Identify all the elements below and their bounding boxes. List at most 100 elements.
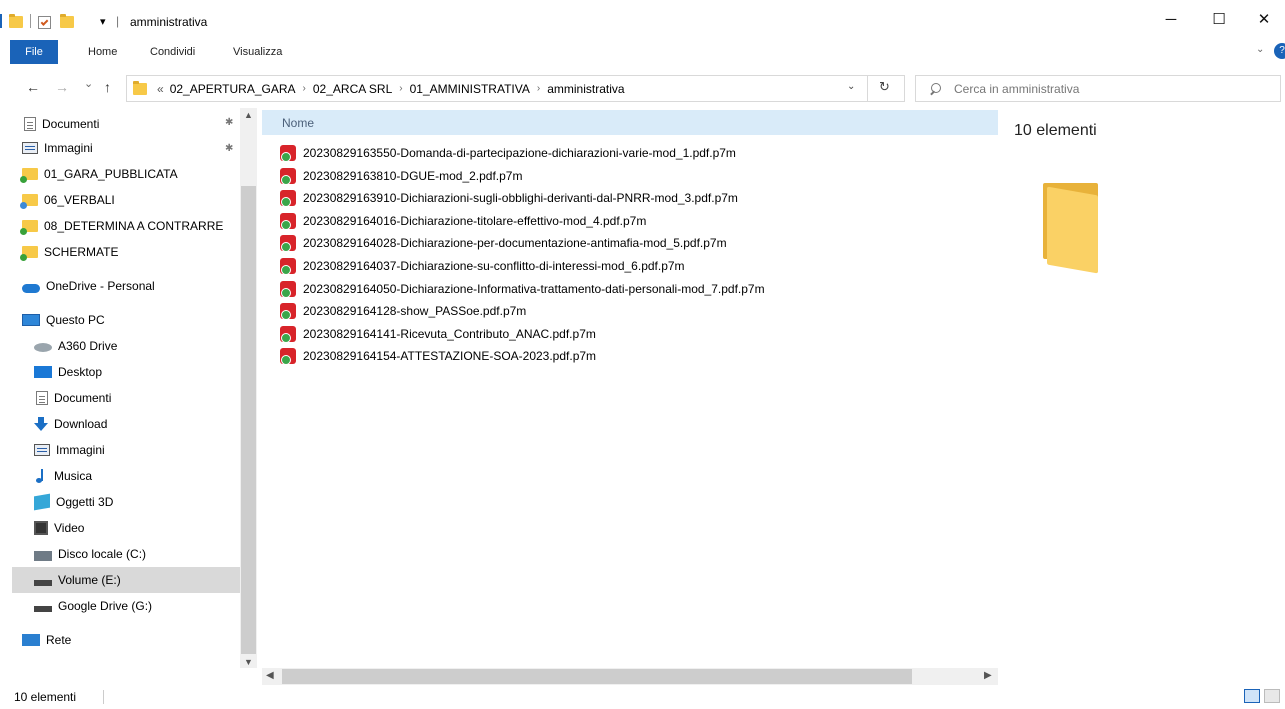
close-button[interactable]: ✕: [1244, 6, 1284, 34]
quick-access-dropdown-icon[interactable]: ▾: [100, 12, 106, 30]
breadcrumb-item[interactable]: 02_ARCA SRL: [313, 82, 392, 96]
nav-item-label: Volume (E:): [58, 573, 121, 587]
window-edge-accent: [0, 14, 2, 28]
nav-item-label: Disco locale (C:): [58, 547, 147, 561]
synced-folder-icon: [20, 220, 38, 235]
scroll-down-arrow-icon[interactable]: ▼: [244, 657, 253, 667]
nav-vertical-scrollbar[interactable]: ▲ ▼: [240, 108, 257, 668]
file-row[interactable]: 20230829164141-Ricevuta_Contributo_ANAC.…: [280, 323, 596, 345]
file-row[interactable]: 20230829164154-ATTESTAZIONE-SOA-2023.pdf…: [280, 345, 596, 367]
pin-icon[interactable]: ✱: [225, 117, 233, 128]
nav-item-label: Documenti: [42, 117, 100, 131]
address-dropdown-chevron-icon[interactable]: ⌄: [847, 81, 855, 92]
new-folder-icon[interactable]: [60, 13, 74, 31]
details-view-icon[interactable]: [1244, 689, 1260, 703]
nav-item-gara-pubblicata[interactable]: 01_GARA_PUBBLICATA: [12, 161, 240, 187]
file-row[interactable]: 20230829163910-Dichiarazioni-sugli-obbli…: [280, 187, 738, 209]
nav-item-questo-pc[interactable]: Questo PC: [12, 307, 240, 333]
nav-item-label: Video: [54, 521, 85, 535]
breadcrumb-separator[interactable]: ›: [399, 83, 402, 94]
nav-item-onedrive[interactable]: OneDrive - Personal: [12, 273, 240, 299]
file-name: 20230829164128-show_PASSoe.pdf.p7m: [303, 304, 527, 319]
nav-item-desktop[interactable]: Desktop: [24, 359, 252, 385]
file-name: 20230829164028-Dichiarazione-per-documen…: [303, 236, 727, 251]
nav-item-musica[interactable]: Musica: [24, 463, 252, 489]
nav-item-disco-c[interactable]: Disco locale (C:): [24, 541, 252, 567]
scroll-up-arrow-icon[interactable]: ▲: [244, 110, 253, 120]
file-row[interactable]: 20230829163810-DGUE-mod_2.pdf.p7m: [280, 165, 522, 187]
signed-pdf-icon: [280, 145, 296, 162]
file-name: 20230829164016-Dichiarazione-titolare-ef…: [303, 213, 647, 228]
breadcrumb-item[interactable]: amministrativa: [547, 82, 624, 96]
nav-item-documenti[interactable]: Documenti: [24, 385, 252, 411]
nav-item-label: Oggetti 3D: [56, 495, 114, 509]
nav-item-documenti-quick[interactable]: Documenti: [12, 111, 240, 137]
file-name: 20230829163810-DGUE-mod_2.pdf.p7m: [303, 168, 523, 183]
file-row[interactable]: 20230829164028-Dichiarazione-per-documen…: [280, 232, 727, 254]
nav-item-immagini-quick[interactable]: Immagini: [12, 135, 240, 161]
expand-ribbon-chevron-icon[interactable]: ⌄: [1256, 44, 1264, 55]
nav-item-label: Desktop: [58, 365, 103, 379]
status-item-count: 10 elementi: [14, 690, 77, 704]
tab-home[interactable]: Home: [88, 40, 117, 64]
nav-item-determina[interactable]: 08_DETERMINA A CONTRARRE: [12, 213, 240, 239]
breadcrumb-item[interactable]: 01_AMMINISTRATIVA: [410, 82, 530, 96]
nav-item-a360[interactable]: A360 Drive: [24, 333, 252, 359]
breadcrumb-separator[interactable]: ›: [303, 83, 306, 94]
nav-item-volume-e[interactable]: Volume (E:): [12, 567, 240, 593]
desktop-icon: [34, 366, 52, 378]
scrollbar-thumb[interactable]: [241, 186, 256, 654]
nav-item-rete[interactable]: Rete: [12, 627, 240, 653]
up-arrow-icon[interactable]: ↑: [104, 79, 111, 95]
tab-share[interactable]: Condividi: [150, 40, 195, 64]
download-icon: [34, 417, 48, 431]
navigation-row: ← → ⌄ ↑ « 02_APERTURA_GARA › 02_ARCA SRL…: [0, 73, 1285, 103]
breadcrumb-overflow[interactable]: «: [157, 82, 164, 96]
address-bar[interactable]: « 02_APERTURA_GARA › 02_ARCA SRL › 01_AM…: [126, 75, 905, 102]
nav-item-google-drive[interactable]: Google Drive (G:): [24, 593, 252, 619]
nav-item-label: 06_VERBALI: [44, 193, 115, 207]
file-row[interactable]: 20230829164016-Dichiarazione-titolare-ef…: [280, 210, 646, 232]
forward-arrow-icon[interactable]: →: [55, 79, 69, 95]
recent-locations-chevron-icon[interactable]: ⌄: [84, 77, 93, 90]
scrollbar-thumb[interactable]: [282, 669, 912, 684]
tab-view[interactable]: Visualizza: [233, 40, 282, 64]
nav-item-oggetti-3d[interactable]: Oggetti 3D: [24, 489, 252, 515]
signed-pdf-icon: [280, 280, 296, 298]
file-row[interactable]: 20230829164037-Dichiarazione-su-conflitt…: [280, 255, 685, 277]
nav-item-download[interactable]: Download: [24, 411, 252, 437]
status-bar: 10 elementi: [0, 687, 1285, 709]
column-header-name[interactable]: Nome: [262, 110, 998, 135]
breadcrumb-separator[interactable]: ›: [537, 83, 540, 94]
maximize-button[interactable]: ☐: [1196, 6, 1242, 34]
nav-item-schermate[interactable]: SCHERMATE: [12, 239, 240, 265]
search-box[interactable]: Cerca in amministrativa: [915, 75, 1281, 102]
scroll-right-arrow-icon[interactable]: ▶: [984, 670, 992, 681]
large-icons-view-icon[interactable]: [1264, 689, 1280, 703]
quick-access-folder-icon[interactable]: [9, 13, 23, 31]
file-row[interactable]: 20230829164050-Dichiarazione-Informativa…: [280, 278, 765, 300]
signed-pdf-icon: [280, 303, 296, 321]
properties-icon[interactable]: [38, 13, 51, 31]
refresh-icon[interactable]: ↻: [879, 79, 890, 95]
search-input[interactable]: Cerca in amministrativa: [954, 82, 1079, 96]
nav-item-verbali[interactable]: 06_VERBALI: [12, 187, 240, 213]
signed-pdf-icon: [280, 348, 296, 366]
file-name: 20230829164154-ATTESTAZIONE-SOA-2023.pdf…: [303, 349, 597, 364]
breadcrumb-item[interactable]: 02_APERTURA_GARA: [170, 82, 296, 96]
navigation-pane: Documenti ✱ Immagini ✱ 01_GARA_PUBBLICAT…: [0, 108, 258, 678]
signed-pdf-icon: [280, 325, 296, 343]
pin-icon[interactable]: ✱: [225, 143, 233, 154]
scroll-left-arrow-icon[interactable]: ◀: [266, 670, 274, 681]
tab-file[interactable]: File: [10, 40, 58, 64]
nav-item-video[interactable]: Video: [24, 515, 252, 541]
back-arrow-icon[interactable]: ←: [26, 79, 40, 95]
file-row[interactable]: 20230829163550-Domanda-di-partecipazione…: [280, 142, 736, 164]
file-row[interactable]: 20230829164128-show_PASSoe.pdf.p7m: [280, 300, 526, 322]
file-name: 20230829164141-Ricevuta_Contributo_ANAC.…: [303, 326, 596, 341]
minimize-button[interactable]: ─: [1148, 6, 1194, 34]
onedrive-cloud-icon: [22, 283, 40, 293]
help-icon[interactable]: ?: [1274, 43, 1285, 59]
content-horizontal-scrollbar[interactable]: ◀ ▶: [262, 668, 998, 685]
nav-item-immagini[interactable]: Immagini: [24, 437, 252, 463]
